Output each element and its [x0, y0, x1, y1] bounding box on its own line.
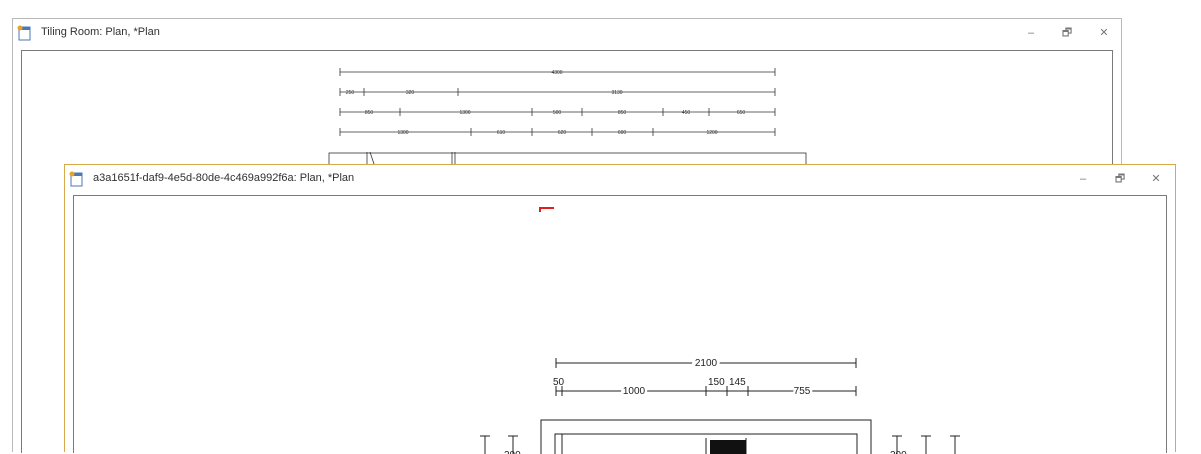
- dim-label: 145: [729, 377, 746, 388]
- restore-button[interactable]: 🗗: [1053, 23, 1081, 43]
- dim-label: 1300: [459, 110, 470, 116]
- dim-label: 1300: [397, 130, 408, 136]
- window-title: Tiling Room: Plan, *Plan: [41, 26, 160, 38]
- document-icon: [69, 171, 83, 187]
- dim-label: 50: [553, 377, 565, 388]
- document-icon: [17, 25, 31, 41]
- dim-label: 600: [618, 130, 627, 136]
- plan-drawing: 2100 50 1000 150 145 755 200 200: [480, 207, 960, 454]
- dim-side-left: 200: [504, 450, 521, 454]
- dim-label: 3130: [611, 90, 622, 96]
- dim-label: 450: [682, 110, 691, 116]
- dim-label: 1000: [623, 386, 646, 397]
- minimize-button[interactable]: –: [1017, 23, 1045, 43]
- dim-label: 850: [365, 110, 374, 116]
- restore-button[interactable]: 🗗: [1106, 169, 1134, 189]
- dim-label: 1200: [706, 130, 717, 136]
- window-titlebar[interactable]: a3a1651f-daf9-4e5d-80de-4c469a992f6a: Pl…: [65, 165, 1175, 195]
- close-button[interactable]: ✕: [1090, 23, 1118, 43]
- dim-overall: 4300: [551, 70, 562, 76]
- window-element-plan[interactable]: a3a1651f-daf9-4e5d-80de-4c469a992f6a: Pl…: [64, 164, 1176, 454]
- dim-label: 850: [618, 110, 627, 116]
- close-button[interactable]: ✕: [1142, 169, 1170, 189]
- window-title: a3a1651f-daf9-4e5d-80de-4c469a992f6a: Pl…: [93, 172, 355, 184]
- dim-label: 650: [737, 110, 746, 116]
- dim-label: 320: [406, 90, 415, 96]
- minimize-button[interactable]: –: [1069, 169, 1097, 189]
- dim-label: 500: [553, 110, 562, 116]
- dim-label: 620: [558, 130, 567, 136]
- window-titlebar[interactable]: Tiling Room: Plan, *Plan – 🗗 ✕: [13, 19, 1121, 49]
- dim-label: 150: [708, 377, 725, 388]
- dim-side-right: 200: [890, 450, 907, 454]
- dim-overall: 2100: [695, 358, 718, 369]
- selection-marker: [539, 207, 554, 212]
- dim-label: 610: [497, 130, 506, 136]
- dim-label: 250: [346, 90, 355, 96]
- dim-label: 755: [794, 386, 811, 397]
- plan-canvas[interactable]: 2100 50 1000 150 145 755 200 200: [73, 195, 1167, 454]
